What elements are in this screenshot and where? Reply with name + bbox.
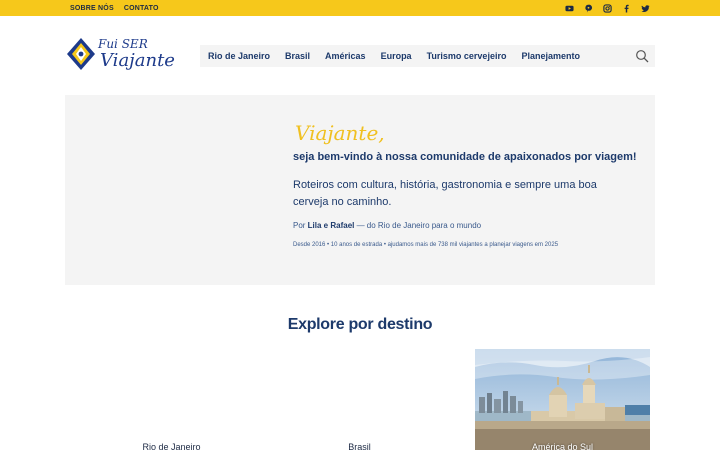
facebook-icon[interactable] xyxy=(622,4,631,13)
hero-section: Viajante, seja bem-vindo à nossa comunid… xyxy=(65,95,655,285)
hero-lead: Roteiros com cultura, história, gastrono… xyxy=(293,179,597,208)
twitter-icon[interactable] xyxy=(641,4,650,13)
hero-script-greeting: Viajante, xyxy=(295,121,385,145)
nav-item-americas[interactable]: Américas xyxy=(325,51,366,61)
destination-card-label: América do Sul xyxy=(531,442,594,450)
social-links xyxy=(565,0,650,16)
brand-line-1: Fui SER xyxy=(98,37,148,51)
destination-card-label: Rio de Janeiro xyxy=(142,442,201,450)
nav-item-planejamento[interactable]: Planejamento xyxy=(521,51,580,61)
nav-item-rio[interactable]: Rio de Janeiro xyxy=(208,51,270,61)
byline-suffix: — do Rio de Janeiro para o mundo xyxy=(354,221,482,230)
youtube-icon[interactable] xyxy=(565,4,574,13)
destination-card-brasil[interactable]: Brasil xyxy=(272,349,447,450)
hero-byline: Por Lila e Rafael — do Rio de Janeiro pa… xyxy=(293,221,481,230)
byline-prefix: Por xyxy=(293,221,308,230)
site-header: Fui SER Viajante Rio de Janeiro Brasil A… xyxy=(0,16,720,86)
destination-card-america-do-sul[interactable]: América do Sul xyxy=(475,349,650,450)
destination-card-label: Brasil xyxy=(348,442,371,450)
instagram-icon[interactable] xyxy=(603,3,612,13)
nav-item-turismo-cervejeiro[interactable]: Turismo cervejeiro xyxy=(427,51,507,61)
site-logo[interactable]: Fui SER Viajante xyxy=(64,36,175,72)
hero-stats: Desde 2016 • 10 anos de estrada • ajudam… xyxy=(293,242,559,248)
nav-item-brasil[interactable]: Brasil xyxy=(285,51,310,61)
search-icon[interactable] xyxy=(635,49,649,63)
pinterest-icon[interactable] xyxy=(584,4,593,13)
byline-names: Lila e Rafael xyxy=(307,221,355,230)
contact-link[interactable]: CONTATO xyxy=(124,5,159,12)
explore-title: Explore por destino xyxy=(287,316,433,333)
main-nav: Rio de Janeiro Brasil Américas Europa Tu… xyxy=(200,45,655,67)
brand-line-2: Viajante xyxy=(100,50,175,71)
top-bar: SOBRE NÓS CONTATO xyxy=(0,0,720,16)
cartagena-photo xyxy=(475,349,650,450)
top-links: SOBRE NÓS CONTATO xyxy=(70,0,159,16)
destination-card-rio[interactable]: Rio de Janeiro xyxy=(84,349,259,450)
hero-welcome: seja bem-vindo à nossa comunidade de apa… xyxy=(293,151,637,163)
nav-item-europa[interactable]: Europa xyxy=(381,51,412,61)
compass-logo-icon xyxy=(67,38,95,70)
about-link[interactable]: SOBRE NÓS xyxy=(70,5,114,12)
